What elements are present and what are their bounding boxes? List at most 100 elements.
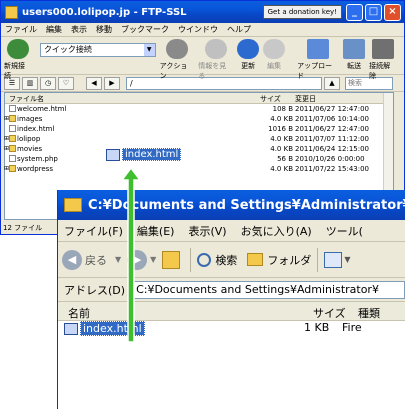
table-row[interactable]: index.html 1016 B 2011/06/27 12:47:00 xyxy=(5,124,393,134)
bookmark-button[interactable]: ♡ xyxy=(58,76,74,90)
file-date: 2010/10/26 0:00:00 xyxy=(295,155,365,163)
eject-icon xyxy=(372,39,395,59)
file-size: 4.0 KB xyxy=(270,135,293,143)
menu-view[interactable]: 表示(V) xyxy=(188,223,226,239)
menu-tools[interactable]: ツール( xyxy=(326,223,363,239)
globe-icon xyxy=(6,39,29,59)
file-date: 2011/06/27 12:47:00 xyxy=(295,105,370,113)
table-row[interactable]: system.php 56 B 2010/10/26 0:00:00 xyxy=(5,154,393,164)
file-name: movies xyxy=(17,145,43,153)
app-icon xyxy=(5,5,18,19)
transfer-icon xyxy=(343,39,366,59)
file-name: wordpress xyxy=(17,165,53,173)
refresh-button[interactable]: 更新 xyxy=(237,39,260,71)
table-row[interactable]: welcome.html 108 B 2011/06/27 12:47:00 xyxy=(5,104,393,114)
table-row[interactable]: index.html 1 KB Fire xyxy=(58,320,405,337)
column-type[interactable]: 種類 xyxy=(358,305,380,321)
explorer-window: C:¥Documents and Settings¥Administrator¥… xyxy=(57,190,405,409)
explorer-menubar: ファイル(F) 編集(E) 表示(V) お気に入り(A) ツール( xyxy=(58,220,405,242)
column-modified[interactable]: 変更日 xyxy=(295,94,316,104)
search-icon xyxy=(197,252,212,267)
column-name[interactable]: 名前 xyxy=(68,305,90,321)
menu-file[interactable]: ファイル(F) xyxy=(64,223,123,239)
table-row[interactable]: ⊞ movies 4.0 KB 2011/06/24 12:15:00 xyxy=(4,144,393,154)
folder-icon xyxy=(9,135,16,142)
maximize-button[interactable]: □ xyxy=(365,3,382,21)
minimize-button[interactable]: _ xyxy=(346,3,363,21)
html-file-icon xyxy=(64,323,78,335)
back-button[interactable]: ◀ xyxy=(86,76,102,90)
folder-icon xyxy=(64,198,82,212)
table-row[interactable]: ⊞ lolipop 4.0 KB 2011/07/07 11:12:00 xyxy=(4,134,393,144)
refresh-icon xyxy=(237,39,260,59)
quick-connect-select[interactable]: クイック接続 ▼ xyxy=(39,43,156,57)
menu-view[interactable]: 表示 xyxy=(71,24,87,35)
toolbar-separator xyxy=(317,247,319,272)
drag-ghost: index.html xyxy=(106,148,182,161)
table-row[interactable]: ⊞ images 4.0 KB 2011/07/06 10:14:00 xyxy=(4,114,393,124)
address-field[interactable]: C:¥Documents and Settings¥Administrator¥ xyxy=(131,280,405,299)
donate-button[interactable]: Get a donation key! xyxy=(262,5,342,19)
column-size[interactable]: サイズ xyxy=(260,94,281,104)
menu-file[interactable]: ファイル xyxy=(5,24,37,35)
ftp-title: users000.lolipop.jp - FTP-SSL xyxy=(22,6,187,18)
back-arrow-icon[interactable]: ◀ xyxy=(62,249,82,270)
file-date: 2011/07/07 11:12:00 xyxy=(295,135,370,143)
folders-button[interactable]: フォルダ xyxy=(267,252,311,268)
ftp-toolbar: 新規接続 クイック接続 ▼ アクション 情報を見る 更新 編集 アップロード 転 xyxy=(1,37,404,80)
chevron-down-icon[interactable]: ▼ xyxy=(344,255,350,264)
search-button[interactable]: 検索 xyxy=(215,252,237,268)
address-label: アドレス(D) xyxy=(64,283,126,297)
folder-icon xyxy=(9,115,16,122)
menu-go[interactable]: 移動 xyxy=(96,24,112,35)
folders-icon xyxy=(247,253,264,266)
drag-arrow xyxy=(120,166,142,343)
file-name: system.php xyxy=(17,155,58,163)
file-date: 2011/07/06 10:14:00 xyxy=(295,115,370,123)
file-size: 4.0 KB xyxy=(270,145,293,153)
explorer-title-bar: C:¥Documents and Settings¥Administrator¥ xyxy=(58,190,405,220)
toolbar-separator xyxy=(190,247,192,272)
ftp-rows: welcome.html 108 B 2011/06/27 12:47:00 ⊞ ima… xyxy=(4,104,393,174)
back-label[interactable]: 戻る xyxy=(85,252,107,268)
menu-bookmarks[interactable]: ブックマーク xyxy=(121,24,169,35)
folder-up-icon[interactable] xyxy=(162,250,181,269)
chevron-down-icon: ▼ xyxy=(143,44,155,56)
transfer-button[interactable]: 転送 xyxy=(343,39,366,71)
file-name: lolipop xyxy=(17,135,41,143)
file-date: 2011/07/22 15:43:00 xyxy=(295,165,370,173)
info-button[interactable]: 情報を見る xyxy=(198,39,233,81)
explorer-address-bar: アドレス(D) C:¥Documents and Settings¥Admini… xyxy=(58,278,405,302)
history-button[interactable]: ◷ xyxy=(40,76,56,90)
forward-button[interactable]: ▶ xyxy=(104,76,120,90)
gear-icon xyxy=(165,39,188,59)
file-icon xyxy=(9,125,16,132)
close-button[interactable]: × xyxy=(384,3,401,21)
chevron-down-icon[interactable]: ▼ xyxy=(150,255,156,264)
menu-edit[interactable]: 編集(E) xyxy=(137,223,175,239)
explorer-toolbar: ◀ 戻る ▼ ▶ ▼ 検索 フォルダ ▼ xyxy=(58,242,405,278)
upload-button[interactable]: アップロード xyxy=(297,39,339,81)
action-button[interactable]: アクション xyxy=(160,39,195,81)
ftp-title-bar: users000.lolipop.jp - FTP-SSL Get a dona… xyxy=(1,1,404,23)
file-size: 108 B xyxy=(272,105,293,113)
upload-folder-icon xyxy=(307,39,330,59)
html-file-icon xyxy=(106,148,120,161)
edit-button[interactable]: 編集 xyxy=(263,39,286,71)
pencil-icon xyxy=(263,39,286,59)
file-name: welcome.html xyxy=(17,105,67,113)
menu-window[interactable]: ウインドウ xyxy=(178,24,218,35)
column-name[interactable]: ファイル名 xyxy=(9,94,44,104)
menu-edit[interactable]: 編集 xyxy=(46,24,62,35)
file-name: images xyxy=(17,115,43,123)
column-size[interactable]: サイズ xyxy=(313,305,346,321)
folder-icon xyxy=(9,145,16,152)
file-date: 2011/06/27 12:47:00 xyxy=(295,125,370,133)
menu-help[interactable]: ヘルプ xyxy=(227,24,251,35)
new-connection-button[interactable]: 新規接続 xyxy=(4,39,32,81)
views-icon[interactable] xyxy=(324,251,343,268)
disconnect-button[interactable]: 接続解除 xyxy=(369,39,397,81)
table-row[interactable]: ⊞ wordpress 4.0 KB 2011/07/22 15:43:00 xyxy=(4,164,393,174)
menu-favorites[interactable]: お気に入り(A) xyxy=(241,223,312,239)
ftp-menubar: ファイル 編集 表示 移動 ブックマーク ウインドウ ヘルプ xyxy=(1,23,404,37)
